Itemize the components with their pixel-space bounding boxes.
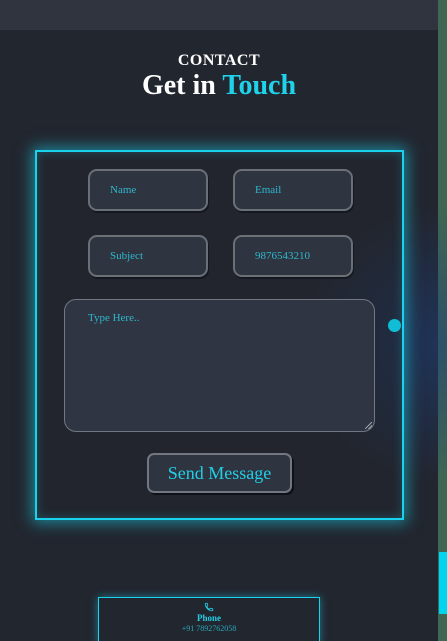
top-bar [0,0,438,30]
phone-input[interactable]: 9876543210 [233,235,353,277]
contact-page: CONTACT Get in Touch Name Email Subject … [0,0,447,641]
phone-label: Phone [196,613,221,623]
phone-contact-card: Phone +91 7892762058 [98,597,320,641]
section-title: Get in Touch [0,70,438,102]
section-eyebrow: CONTACT [177,52,261,69]
section-title-main: Get in [141,70,216,101]
send-message-button[interactable]: Send Message [147,453,292,493]
message-textarea[interactable]: Type Here.. [64,299,375,432]
phone-icon [204,602,214,612]
scrollbar-thumb[interactable] [439,552,447,614]
cursor-dot [388,319,401,332]
email-input[interactable]: Email [233,169,353,211]
subject-input[interactable]: Subject [88,235,208,277]
phone-number[interactable]: +91 7892762058 [99,624,319,633]
resize-handle-icon[interactable] [365,422,372,429]
name-input[interactable]: Name [88,169,208,211]
section-title-accent: Touch [222,70,297,101]
message-placeholder: Type Here.. [88,312,140,324]
